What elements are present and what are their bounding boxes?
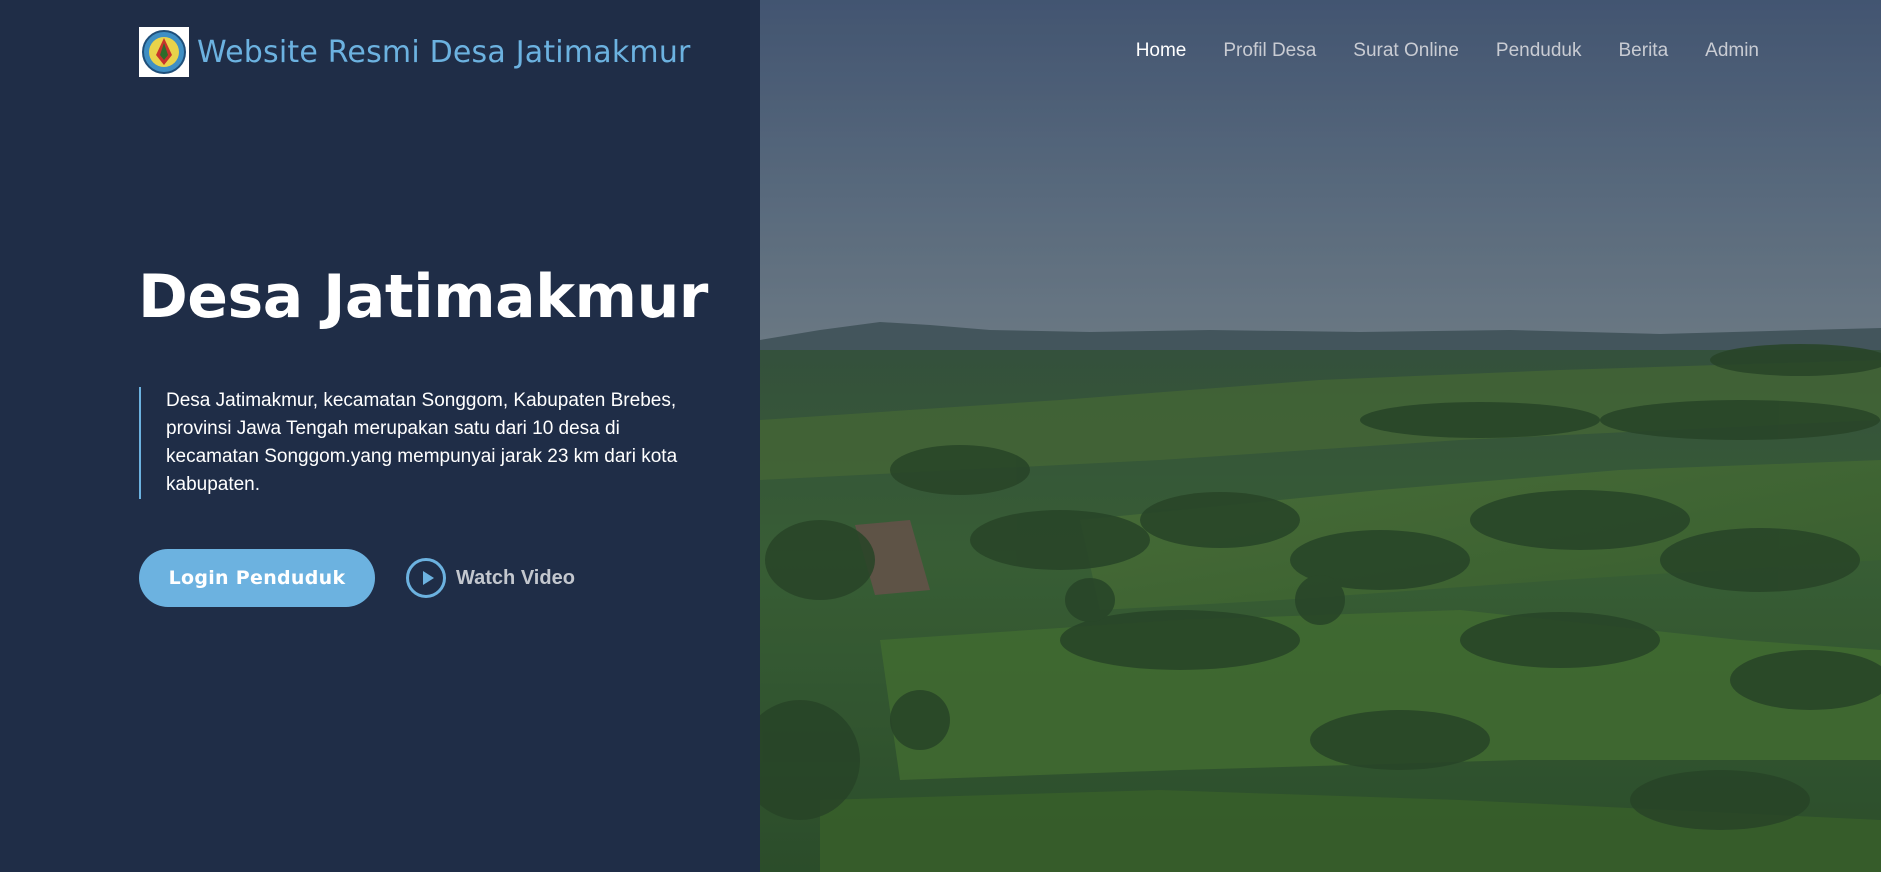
- hero-description: Desa Jatimakmur, kecamatan Songgom, Kabu…: [139, 387, 686, 499]
- nav-surat-online[interactable]: Surat Online: [1353, 40, 1459, 62]
- village-emblem-icon: [139, 27, 189, 77]
- main-nav: Home Profil Desa Surat Online Penduduk B…: [1136, 40, 1759, 62]
- brand-home-link[interactable]: Website Resmi Desa Jatimakmur: [139, 27, 691, 77]
- login-penduduk-button[interactable]: Login Penduduk: [139, 549, 375, 607]
- nav-profil-desa[interactable]: Profil Desa: [1223, 40, 1316, 62]
- nav-berita[interactable]: Berita: [1619, 40, 1669, 62]
- nav-penduduk[interactable]: Penduduk: [1496, 40, 1582, 62]
- watch-video-link[interactable]: Watch Video: [406, 558, 575, 598]
- hero-title: Desa Jatimakmur: [138, 262, 708, 332]
- page: Website Resmi Desa Jatimakmur Home Profi…: [0, 0, 1881, 872]
- site-title: Website Resmi Desa Jatimakmur: [197, 34, 691, 70]
- nav-home[interactable]: Home: [1136, 40, 1187, 62]
- play-circle-icon: [406, 558, 446, 598]
- watch-video-label: Watch Video: [456, 566, 575, 589]
- nav-admin[interactable]: Admin: [1705, 40, 1759, 62]
- hero-landscape-image: [760, 0, 1881, 872]
